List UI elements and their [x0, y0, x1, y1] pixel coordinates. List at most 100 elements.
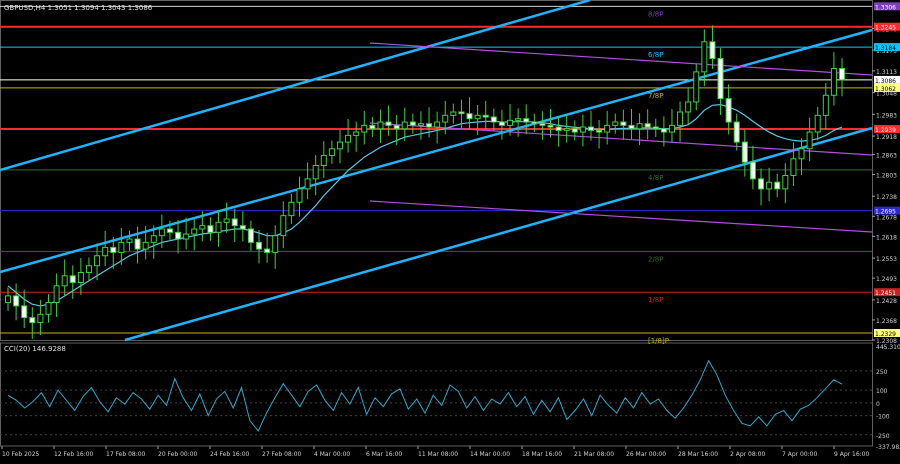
candle-body-88	[717, 58, 724, 100]
time-label-7: 6 Mar 16:00	[366, 451, 402, 458]
candle-body-83	[677, 111, 684, 126]
candle-body-33	[272, 235, 279, 253]
price-tick-label-7: 1.2803	[876, 173, 897, 180]
candle-body-28	[231, 218, 238, 227]
price-tag-0: 1.3306	[875, 4, 896, 11]
candle-body-51	[417, 123, 424, 126]
candle-body-14	[118, 241, 125, 253]
level-label-4: 7/8P	[648, 92, 664, 100]
candle-body-43	[353, 131, 360, 136]
time-label-12: 26 Mar 00:00	[626, 451, 666, 458]
candle-body-53	[434, 121, 441, 128]
candle-body-31	[256, 241, 263, 250]
candle-body-97	[790, 158, 797, 177]
time-label-2: 17 Feb 08:00	[106, 451, 146, 458]
candle-body-24	[199, 225, 206, 230]
candle-body-27	[223, 218, 230, 223]
price-tick-label-4: 1.2983	[876, 112, 897, 119]
time-label-11: 21 Mar 08:00	[574, 451, 614, 458]
price-tick-label-13: 1.2428	[876, 298, 897, 305]
candle-body-91	[741, 141, 748, 163]
time-label-15: 7 Apr 00:00	[782, 451, 817, 458]
candle-body-21	[175, 231, 182, 240]
candle-body-1	[13, 295, 20, 307]
price-tick-label-10: 1.2618	[876, 234, 897, 241]
candle-body-49	[401, 121, 408, 130]
candle-body-73	[596, 129, 603, 133]
candle-body-94	[766, 181, 773, 190]
candle-body-10	[85, 265, 92, 273]
price-tag-1: 1.3245	[875, 25, 896, 32]
candle-body-58	[474, 114, 481, 120]
candle-body-32	[264, 248, 271, 253]
candle-body-62	[507, 119, 514, 126]
price-tick-label-8: 1.2738	[876, 194, 897, 201]
time-label-4: 24 Feb 16:00	[210, 451, 250, 458]
candle-body-37	[304, 178, 311, 190]
candle-body-78	[636, 123, 643, 130]
candle-body-93	[758, 178, 765, 190]
candle-body-101	[822, 94, 829, 116]
level-label-2: 6/8P	[648, 51, 664, 59]
candle-body-4	[37, 313, 44, 324]
candle-body-71	[579, 126, 586, 133]
candle-body-81	[660, 128, 667, 133]
price-tick-label-2: 1.3113	[876, 69, 897, 76]
candle-body-80	[652, 126, 659, 130]
candle-body-42	[345, 134, 352, 143]
candle-body-22	[183, 233, 190, 240]
candle-body-30	[247, 228, 254, 243]
candle-body-98	[798, 148, 805, 160]
candle-body-16	[134, 238, 141, 250]
candle-body-52	[426, 123, 433, 128]
candle-body-69	[563, 128, 570, 131]
candle-body-44	[361, 124, 368, 133]
candle-body-34	[280, 215, 287, 237]
candle-body-59	[482, 114, 489, 118]
candle-body-90	[733, 121, 740, 143]
price-tick-label-5: 1.2918	[876, 134, 897, 141]
time-label-8: 11 Mar 08:00	[418, 451, 458, 458]
candle-body-39	[320, 154, 327, 166]
candle-body-35	[288, 201, 295, 217]
cci-tick-label-2: 100	[876, 388, 888, 395]
candle-body-13	[110, 246, 117, 253]
candle-body-38	[312, 164, 319, 180]
price-tag-9: 1.2451	[875, 290, 896, 297]
cci-tick-label-4: -100	[876, 414, 890, 421]
candle-body-25	[207, 225, 214, 233]
candle-body-12	[102, 246, 109, 257]
time-label-0: 10 Feb 2025	[2, 451, 40, 458]
price-tick-label-11: 1.2553	[876, 256, 897, 263]
candle-body-100	[814, 114, 821, 133]
cci-tick-label-6: -337.982	[876, 444, 900, 451]
level-label-8: 2/8P	[648, 255, 664, 263]
chart-root: 8/8P6/8P7/8P4/8P2/8P1/8P[1/8]P 1.32401.3…	[0, 0, 900, 460]
candle-body-3	[29, 317, 36, 324]
candle-body-6	[53, 285, 60, 304]
candle-body-103	[839, 68, 845, 81]
candle-body-15	[126, 238, 133, 243]
candle-body-23	[191, 228, 198, 235]
candle-body-72	[587, 126, 594, 131]
candle-body-20	[166, 228, 173, 233]
time-label-9: 14 Mar 00:00	[470, 451, 510, 458]
price-tick-label-6: 1.2863	[876, 152, 897, 159]
time-label-10: 18 Mar 16:00	[522, 451, 562, 458]
level-label-6: 4/8P	[648, 174, 664, 182]
candle-body-87	[709, 41, 716, 60]
candle-body-77	[628, 124, 635, 130]
candle-body-75	[612, 121, 619, 126]
candle-body-9	[77, 271, 84, 283]
price-tick-label-12: 1.2493	[876, 276, 897, 283]
candle-body-29	[239, 225, 246, 230]
level-label-0: 8/8P	[648, 10, 664, 18]
candle-body-61	[498, 121, 505, 126]
candle-body-36	[296, 188, 303, 203]
level-label-10: [1/8]P	[648, 337, 669, 345]
price-tag-5: 1.2939	[875, 127, 896, 134]
candle-body-60	[490, 116, 497, 123]
candle-body-64	[523, 118, 530, 123]
price-tick-label-14: 1.2368	[876, 318, 897, 325]
candle-body-41	[336, 141, 343, 150]
